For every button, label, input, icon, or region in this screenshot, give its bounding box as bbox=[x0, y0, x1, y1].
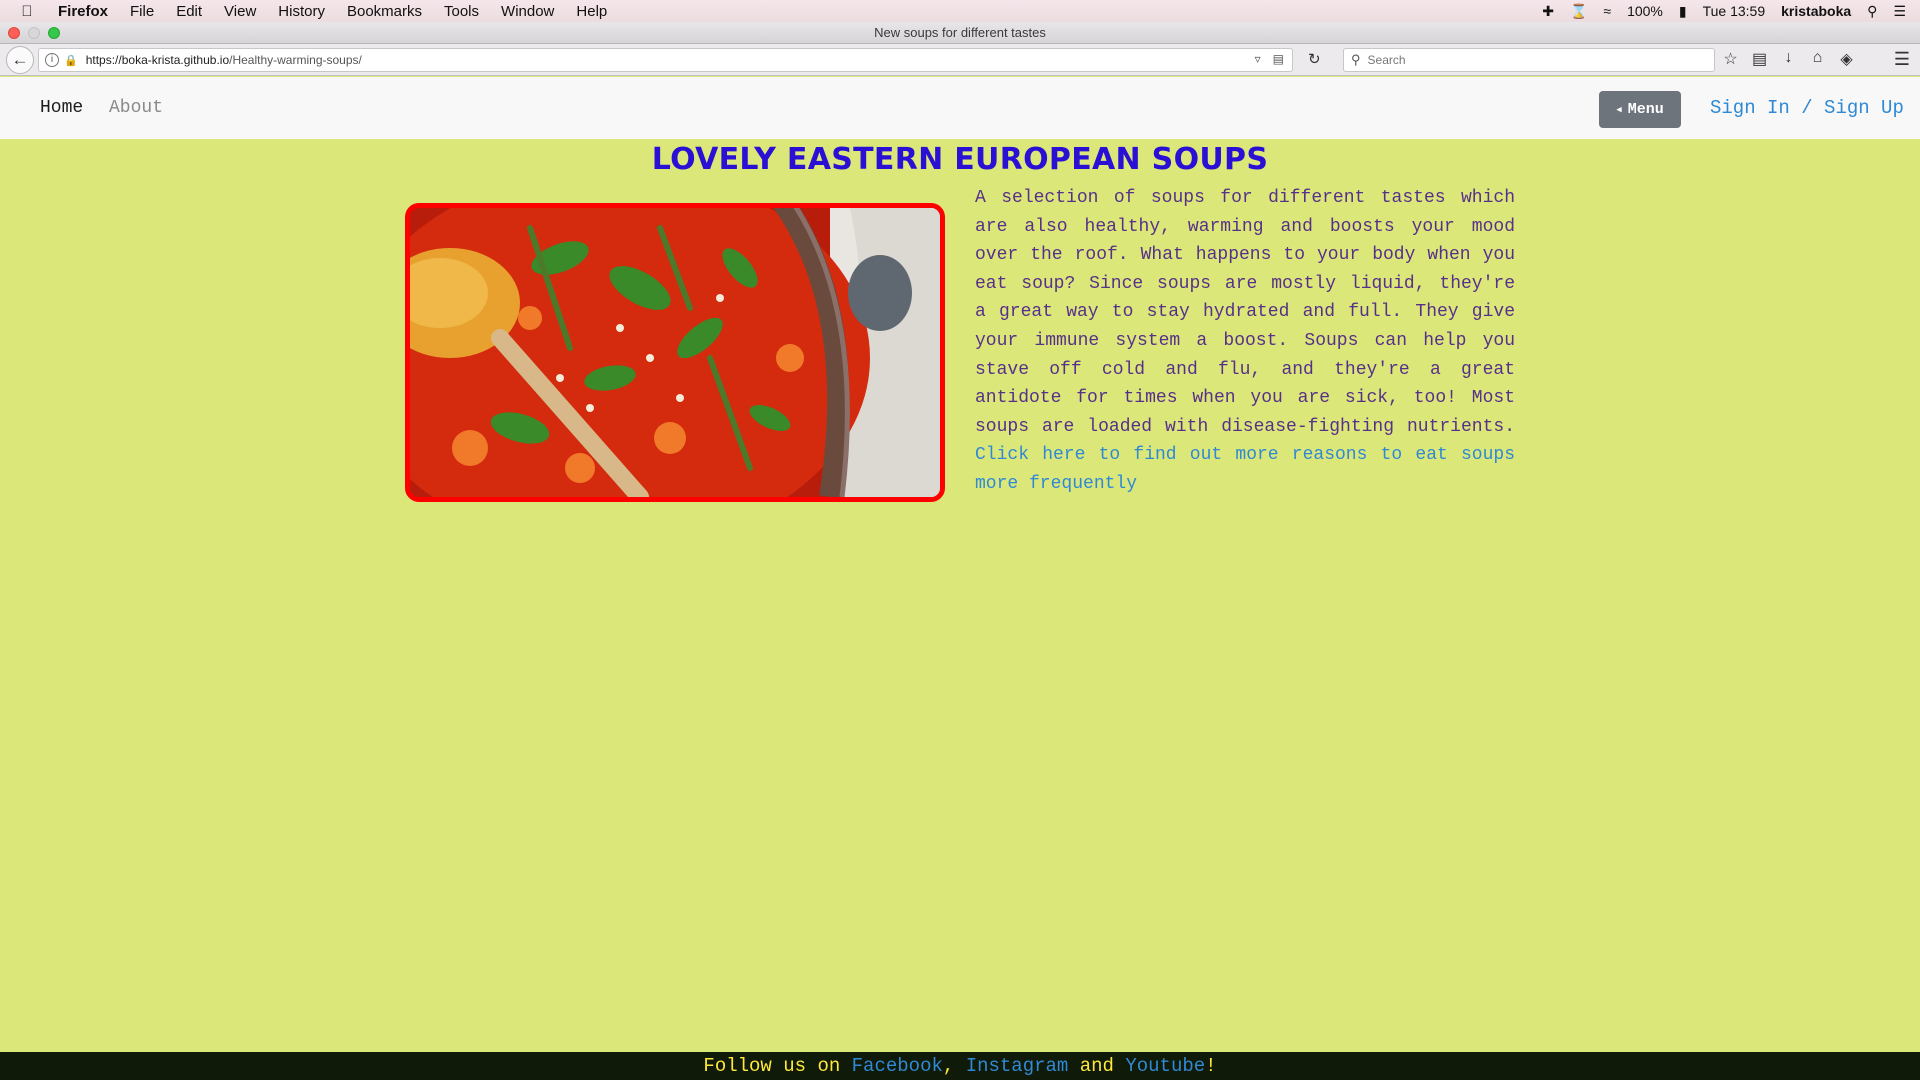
sign-in-link[interactable]: Sign In bbox=[1710, 97, 1790, 119]
extension-icon[interactable]: ✚ bbox=[1542, 3, 1554, 20]
menu-tools[interactable]: Tools bbox=[444, 3, 479, 20]
site-info-icon[interactable]: i bbox=[45, 53, 59, 67]
menu-view[interactable]: View bbox=[224, 3, 256, 20]
footer-prefix: Follow us on bbox=[703, 1055, 841, 1077]
footer-suffix: ! bbox=[1205, 1055, 1217, 1077]
window-controls bbox=[8, 27, 60, 39]
site-footer: Follow us on Facebook, Instagram and You… bbox=[0, 1052, 1920, 1080]
more-reasons-link[interactable]: Click here to find out more reasons to e… bbox=[975, 445, 1515, 494]
facebook-link[interactable]: Facebook bbox=[852, 1055, 943, 1077]
site-navbar: Home About ◀ Menu Sign In / Sign Up bbox=[0, 77, 1920, 139]
reload-icon[interactable]: ↻ bbox=[1308, 50, 1321, 68]
browser-toolbar: ← i 🔒 https://boka-krista.github.io/Heal… bbox=[0, 44, 1920, 76]
minimize-window-button[interactable] bbox=[28, 27, 40, 39]
sign-up-link[interactable]: Sign Up bbox=[1824, 97, 1904, 119]
dropdown-arrow-icon[interactable]: ▿ bbox=[1255, 52, 1261, 66]
soup-photo bbox=[405, 203, 945, 502]
menu-button-label: Menu bbox=[1627, 101, 1664, 118]
search-placeholder: Search bbox=[1367, 53, 1406, 67]
menu-edit[interactable]: Edit bbox=[176, 3, 202, 20]
url-path: /Healthy-warming-soups/ bbox=[229, 53, 362, 67]
home-icon[interactable]: ⌂ bbox=[1809, 49, 1826, 69]
toolbar-icons: ☆ ▤ ↓ ⌂ ◈ bbox=[1722, 49, 1855, 69]
url-host: https://boka-krista.github.io bbox=[85, 53, 230, 67]
wifi-icon[interactable]: ≈ bbox=[1603, 3, 1611, 19]
menu-app-firefox[interactable]: Firefox bbox=[58, 3, 108, 20]
macos-menubar:  Firefox File Edit View History Bookmar… bbox=[0, 0, 1920, 22]
spotlight-search-icon[interactable]: ⚲ bbox=[1867, 3, 1877, 20]
footer-and: and bbox=[1079, 1055, 1114, 1077]
intro-paragraph: A selection of soups for different taste… bbox=[975, 184, 1515, 499]
intro-paragraph-text: A selection of soups for different taste… bbox=[975, 188, 1515, 437]
lock-icon[interactable]: 🔒 bbox=[64, 54, 78, 67]
search-icon: ⚲ bbox=[1351, 52, 1361, 67]
bookmark-star-icon[interactable]: ☆ bbox=[1722, 49, 1739, 69]
apple-icon[interactable]:  bbox=[16, 3, 38, 20]
pocket-icon[interactable]: ◈ bbox=[1838, 49, 1855, 69]
reading-list-icon[interactable]: ▤ bbox=[1751, 49, 1768, 69]
menu-button[interactable]: ◀ Menu bbox=[1599, 91, 1681, 128]
menubar-status-area: ✚ ⌛ ≈ 100% ▮ Tue 13:59 kristaboka ⚲ ☰ bbox=[1542, 0, 1906, 22]
caret-left-icon: ◀ bbox=[1616, 104, 1622, 115]
reader-view-icon[interactable]: ▤ bbox=[1273, 52, 1284, 66]
url-actions: ▿ ▤ bbox=[1255, 52, 1284, 66]
notification-center-icon[interactable]: ☰ bbox=[1893, 3, 1906, 20]
nav-about-link[interactable]: About bbox=[109, 98, 163, 118]
page-title: LOVELY EASTERN EUROPEAN SOUPS bbox=[651, 142, 1269, 177]
back-arrow-icon: ← bbox=[11, 49, 29, 69]
soup-photo-illustration bbox=[410, 208, 940, 497]
menu-help[interactable]: Help bbox=[576, 3, 607, 20]
url-bar[interactable]: i 🔒 https://boka-krista.github.io/Health… bbox=[38, 48, 1293, 72]
battery-percent: 100% bbox=[1627, 3, 1663, 19]
menu-window[interactable]: Window bbox=[501, 3, 554, 20]
youtube-link[interactable]: Youtube bbox=[1125, 1055, 1205, 1077]
window-titlebar: New soups for different tastes bbox=[0, 22, 1920, 44]
hamburger-menu-icon[interactable]: ☰ bbox=[1894, 49, 1910, 70]
user-name[interactable]: kristaboka bbox=[1781, 3, 1851, 19]
auth-links: Sign In / Sign Up bbox=[1710, 97, 1904, 119]
auth-separator: / bbox=[1801, 97, 1813, 119]
menu-history[interactable]: History bbox=[278, 3, 325, 20]
window-title: New soups for different tastes bbox=[874, 25, 1046, 40]
clock[interactable]: Tue 13:59 bbox=[1703, 3, 1766, 19]
nav-home-link[interactable]: Home bbox=[40, 98, 83, 118]
download-icon[interactable]: ↓ bbox=[1780, 49, 1797, 69]
battery-icon[interactable]: ▮ bbox=[1679, 3, 1687, 20]
search-bar[interactable]: ⚲ Search bbox=[1343, 48, 1715, 72]
menu-file[interactable]: File bbox=[130, 3, 154, 20]
close-window-button[interactable] bbox=[8, 27, 20, 39]
zoom-window-button[interactable] bbox=[48, 27, 60, 39]
bluetooth-icon[interactable]: ⌛ bbox=[1570, 3, 1587, 20]
footer-comma: , bbox=[942, 1055, 955, 1077]
instagram-link[interactable]: Instagram bbox=[966, 1055, 1069, 1077]
menu-bookmarks[interactable]: Bookmarks bbox=[347, 3, 422, 20]
url-text[interactable]: https://boka-krista.github.io/Healthy-wa… bbox=[86, 53, 362, 67]
back-button[interactable]: ← bbox=[6, 45, 34, 74]
